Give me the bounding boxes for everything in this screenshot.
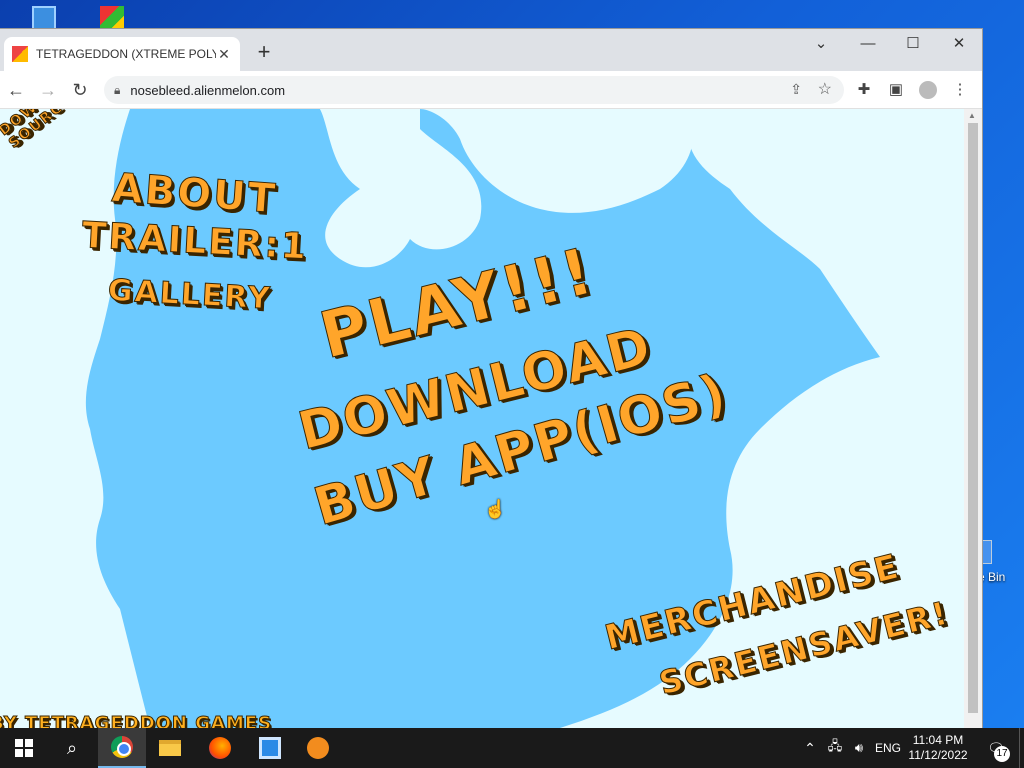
page-viewport: DOWNLOAD SOURCE ABOUT TRAILER:1 GALLERY … xyxy=(0,109,964,728)
show-hidden-icons-icon[interactable]: ⌃ xyxy=(800,728,820,768)
start-button[interactable] xyxy=(0,728,48,768)
browser-toolbar: ← → ↻ 🔒︎ nosebleed.alienmelon.com ⇪ ☆ ✚ … xyxy=(0,71,982,109)
browser-tab[interactable]: TETRAGEDDON (XTREME POLYGONS) ✕ xyxy=(4,37,240,71)
minimize-button[interactable]: — xyxy=(845,29,891,59)
chrome-icon xyxy=(111,736,133,758)
search-button[interactable]: ⌕ xyxy=(48,728,96,768)
show-desktop-button[interactable] xyxy=(1019,728,1024,768)
clock-time: 11:04 PM xyxy=(912,733,964,747)
close-window-button[interactable]: ✕ xyxy=(936,29,982,59)
taskbar-app-2[interactable] xyxy=(294,728,342,768)
taskbar-file-explorer[interactable] xyxy=(146,728,194,768)
side-panel-icon[interactable]: ▣ xyxy=(884,78,908,102)
notification-center-icon[interactable]: 🗨︎17 xyxy=(982,728,1010,768)
tab-title: TETRAGEDDON (XTREME POLYGONS) xyxy=(36,47,216,61)
profile-avatar-icon[interactable] xyxy=(916,78,940,102)
network-icon[interactable]: 🖧︎ xyxy=(824,728,846,768)
reload-icon[interactable]: ↻ xyxy=(68,78,92,102)
favicon-icon xyxy=(12,46,28,62)
taskbar: ⌕ ⌃ 🖧︎ 🔊︎ ENG 11:04 PM 11/12/2022 🗨︎17 xyxy=(0,728,1024,768)
extensions-icon[interactable]: ✚ xyxy=(852,78,876,102)
url-text[interactable]: nosebleed.alienmelon.com xyxy=(130,83,285,98)
scroll-thumb[interactable] xyxy=(968,123,978,713)
tab-search-icon[interactable]: ⌄ xyxy=(798,29,844,59)
recycle-bin-label[interactable]: e Bin xyxy=(978,570,1005,584)
taskbar-chrome[interactable] xyxy=(98,728,146,768)
scroll-up-icon[interactable]: ▲ xyxy=(968,111,976,120)
folder-icon xyxy=(159,740,181,756)
by-line-link[interactable]: BY TETRAGEDDON GAMES xyxy=(0,713,272,729)
share-icon[interactable]: ⇪ xyxy=(790,81,802,98)
browser-window: TETRAGEDDON (XTREME POLYGONS) ✕ + ⌄ — ☐ … xyxy=(0,29,982,728)
app-icon xyxy=(259,737,281,759)
tab-strip: TETRAGEDDON (XTREME POLYGONS) ✕ + ⌄ — ☐ … xyxy=(0,29,982,71)
notification-badge: 17 xyxy=(994,746,1010,762)
forward-icon[interactable]: → xyxy=(36,78,60,102)
back-icon[interactable]: ← xyxy=(4,78,28,102)
firefox-icon xyxy=(209,737,231,759)
taskbar-firefox[interactable] xyxy=(196,728,244,768)
volume-icon[interactable]: 🔊︎ xyxy=(848,728,870,768)
desktop-app-icon[interactable] xyxy=(100,6,124,30)
windows-logo-icon xyxy=(15,739,33,757)
address-bar[interactable]: 🔒︎ nosebleed.alienmelon.com ⇪ ☆ xyxy=(104,76,844,104)
lock-icon[interactable]: 🔒︎ xyxy=(114,83,120,98)
language-indicator[interactable]: ENG xyxy=(872,728,904,768)
bookmark-star-icon[interactable]: ☆ xyxy=(818,79,832,99)
app-2-icon xyxy=(307,737,329,759)
computer-icon[interactable] xyxy=(32,6,56,30)
vertical-scrollbar[interactable]: ▲ xyxy=(964,109,982,728)
new-tab-button[interactable]: + xyxy=(254,41,274,65)
tab-close-icon[interactable]: ✕ xyxy=(216,46,232,63)
clock[interactable]: 11:04 PM 11/12/2022 xyxy=(906,728,970,768)
taskbar-app[interactable] xyxy=(246,728,294,768)
clock-date: 11/12/2022 xyxy=(908,748,968,762)
maximize-button[interactable]: ☐ xyxy=(890,29,936,59)
browser-menu-icon[interactable]: ⋮ xyxy=(948,78,972,102)
search-icon: ⌕ xyxy=(66,737,78,758)
